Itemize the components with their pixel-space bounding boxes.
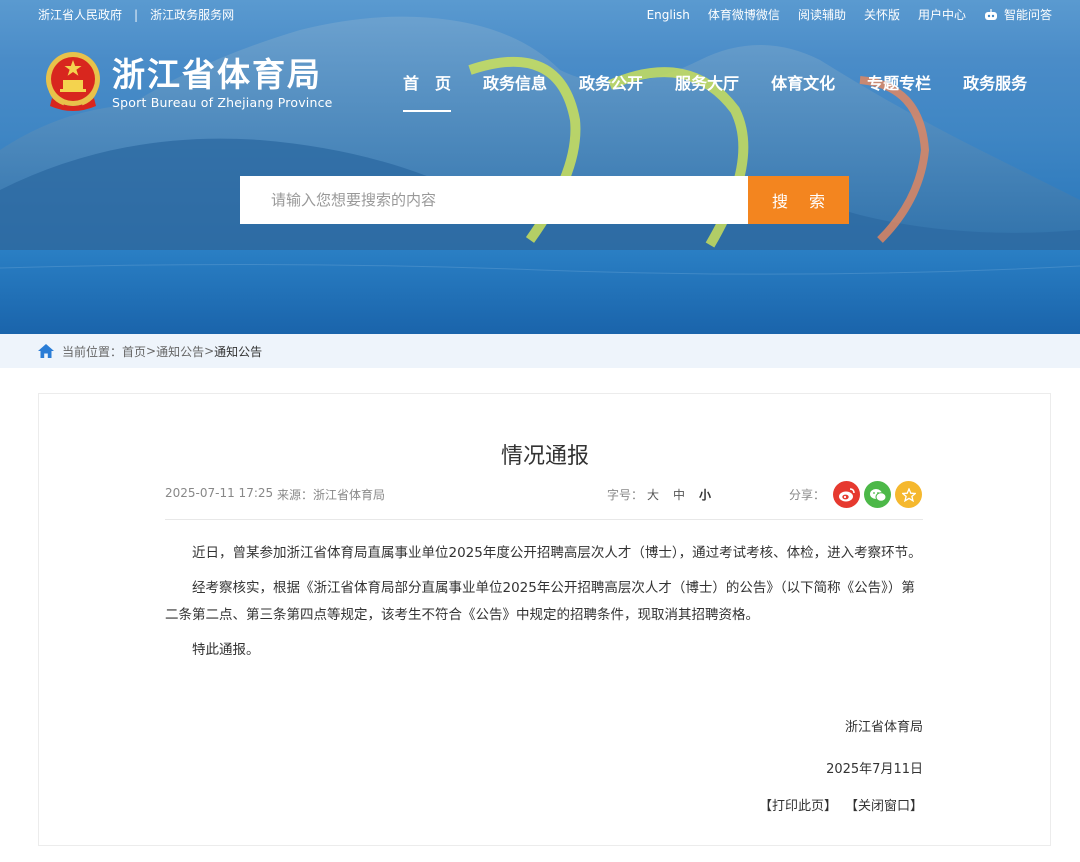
nav-sports-culture[interactable]: 体育文化 <box>771 70 835 94</box>
search-input[interactable] <box>240 176 748 224</box>
breadcrumb-sep: > <box>146 344 157 358</box>
link-smart-qa[interactable]: 智能问答 <box>984 6 1052 23</box>
link-reading-aid[interactable]: 阅读辅助 <box>798 6 846 23</box>
publish-date: 2025-07-11 17:25 <box>165 486 274 500</box>
article-sign-date: 2025年7月11日 <box>826 762 923 777</box>
link-english[interactable]: English <box>647 8 690 22</box>
nav-gov-open[interactable]: 政务公开 <box>579 70 643 94</box>
breadcrumb-home[interactable]: 首页 <box>122 343 146 360</box>
link-zj-gov[interactable]: 浙江省人民政府 <box>38 6 122 23</box>
article-paragraph: 经考察核实，根据《浙江省体育局部分直属事业单位2025年公开招聘高层次人才（博士… <box>165 580 915 623</box>
share-bar: 分享： <box>789 481 923 508</box>
top-links-left: 浙江省人民政府 | 浙江政务服务网 <box>38 6 234 23</box>
article-paragraph: 特此通报。 <box>192 642 260 658</box>
font-size-small[interactable]: 小 <box>699 486 711 503</box>
star-icon[interactable] <box>895 481 923 508</box>
top-links-right: English 体育微博微信 阅读辅助 关怀版 用户中心 智能问答 <box>647 6 1052 23</box>
font-size-label: 字号： <box>607 488 644 502</box>
article-paragraph: 近日，曾某参加浙江省体育局直属事业单位2025年度公开招聘高层次人才（博士），通… <box>192 545 922 561</box>
close-window-link[interactable]: 【关闭窗口】 <box>845 795 923 814</box>
site-title: 浙江省体育局 <box>112 55 322 94</box>
search-bar: 搜 索 <box>240 176 849 224</box>
nav-special-topics[interactable]: 专题专栏 <box>867 70 931 94</box>
robot-icon <box>984 8 997 20</box>
print-page-link[interactable]: 【打印此页】 <box>759 795 837 814</box>
link-zj-service[interactable]: 浙江政务服务网 <box>150 6 234 23</box>
link-user-center[interactable]: 用户中心 <box>918 6 966 23</box>
link-care-version[interactable]: 关怀版 <box>864 6 900 23</box>
wechat-icon[interactable] <box>864 481 892 508</box>
weibo-icon[interactable] <box>833 481 861 508</box>
main-nav: 首 页 政务信息 政务公开 服务大厅 体育文化 专题专栏 政务服务 <box>403 70 1027 112</box>
share-label: 分享： <box>789 488 826 502</box>
article-tools: 【打印此页】 【关闭窗口】 <box>759 795 923 814</box>
breadcrumb-current: 通知公告 <box>214 344 263 359</box>
breadcrumb-notices[interactable]: 通知公告 <box>156 343 204 360</box>
link-weibo-wechat[interactable]: 体育微博微信 <box>708 6 780 23</box>
breadcrumb: 当前位置： 首页 > 通知公告 > 通知公告 <box>0 334 1080 368</box>
font-size-control: 字号： 大 中 小 <box>607 486 711 503</box>
search-button[interactable]: 搜 索 <box>748 176 849 224</box>
site-subtitle: Sport Bureau of Zhejiang Province <box>112 95 333 110</box>
top-link-separator: | <box>134 7 139 22</box>
nav-gov-service[interactable]: 政务服务 <box>963 70 1027 94</box>
nav-home[interactable]: 首 页 <box>403 70 452 112</box>
article-meta: 2025-07-11 17:25 来源：浙江省体育局 字号： 大 中 小 分享： <box>165 481 923 508</box>
font-size-medium[interactable]: 中 <box>673 486 685 503</box>
article-source: 来源：浙江省体育局 <box>277 488 386 502</box>
breadcrumb-sep: > <box>204 344 215 358</box>
nav-gov-info[interactable]: 政务信息 <box>483 70 547 94</box>
article-signature: 浙江省体育局 <box>844 720 923 735</box>
header-banner: 浙江省人民政府 | 浙江政务服务网 English 体育微博微信 阅读辅助 关怀… <box>0 0 1080 334</box>
nav-service-hall[interactable]: 服务大厅 <box>675 70 739 94</box>
smart-qa-label: 智能问答 <box>1003 8 1052 22</box>
breadcrumb-prefix: 当前位置： <box>62 344 123 359</box>
article-title: 情况通报 <box>500 444 589 469</box>
article-body: 近日，曾某参加浙江省体育局直属事业单位2025年度公开招聘高层次人才（博士），通… <box>165 540 923 672</box>
home-icon[interactable] <box>38 344 54 358</box>
meta-divider <box>165 519 923 520</box>
font-size-large[interactable]: 大 <box>647 486 659 503</box>
national-emblem-icon <box>46 52 100 111</box>
